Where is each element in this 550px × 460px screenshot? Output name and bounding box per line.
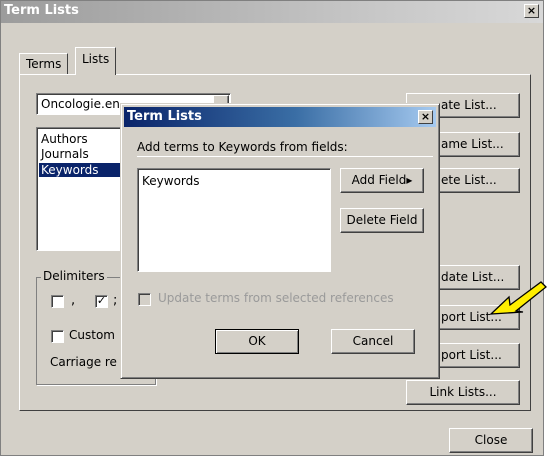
delimiters-legend: Delimiters bbox=[41, 269, 107, 283]
dialog-title-bar: Term Lists × bbox=[124, 107, 436, 127]
export-list-label: port List... bbox=[441, 348, 502, 362]
fields-listbox[interactable]: Keywords bbox=[137, 168, 331, 272]
field-item-keywords[interactable]: Keywords bbox=[142, 174, 200, 188]
rename-list-label: ame List... bbox=[441, 137, 504, 151]
list-item-keywords[interactable]: Keywords bbox=[39, 163, 131, 177]
custom-checkbox[interactable] bbox=[51, 330, 64, 343]
semicolon-checkbox[interactable]: ✓ bbox=[95, 295, 108, 308]
cancel-button[interactable]: Cancel bbox=[331, 329, 415, 354]
comma-label: , bbox=[71, 293, 76, 308]
close-button[interactable]: Close bbox=[449, 428, 533, 453]
list-item-journals[interactable]: Journals bbox=[41, 147, 89, 161]
carriage-return-label: Carriage re bbox=[50, 355, 117, 369]
list-item-authors[interactable]: Authors bbox=[41, 132, 88, 146]
term-lists-dialog: Term Lists × Add terms to Keywords from … bbox=[120, 103, 440, 379]
semicolon-label: ; bbox=[113, 293, 118, 308]
create-list-label: ate List... bbox=[441, 98, 497, 112]
tab-terms[interactable]: Terms bbox=[19, 53, 69, 75]
add-field-button[interactable]: Add Field▸ bbox=[340, 168, 424, 193]
lists-listbox[interactable]: Authors Journals Keywords bbox=[36, 127, 131, 251]
delete-field-button[interactable]: Delete Field bbox=[340, 208, 424, 233]
comma-checkbox[interactable] bbox=[51, 295, 64, 308]
main-close-icon[interactable]: × bbox=[524, 4, 539, 18]
ok-button[interactable]: OK bbox=[215, 329, 299, 354]
delete-list-label: ete List... bbox=[441, 173, 497, 187]
link-lists-button[interactable]: Link Lists... bbox=[406, 380, 520, 405]
update-terms-label: Update terms from selected references bbox=[158, 291, 394, 305]
main-window-title: Term Lists bbox=[4, 3, 79, 18]
annotation-arrow-icon bbox=[489, 281, 547, 315]
dialog-close-icon[interactable]: × bbox=[418, 110, 433, 124]
dialog-title: Term Lists bbox=[127, 109, 202, 124]
dropdown-value: Oncologie.en bbox=[41, 97, 120, 111]
tab-lists[interactable]: Lists bbox=[75, 47, 117, 75]
dialog-instruction: Add terms to Keywords from fields: bbox=[137, 138, 433, 157]
update-terms-checkbox[interactable] bbox=[138, 293, 151, 306]
add-field-label: Add Field bbox=[351, 173, 407, 187]
main-title-bar: Term Lists × bbox=[1, 1, 543, 23]
custom-label: Custom bbox=[69, 328, 115, 342]
add-field-arrow-icon: ▸ bbox=[406, 173, 413, 187]
